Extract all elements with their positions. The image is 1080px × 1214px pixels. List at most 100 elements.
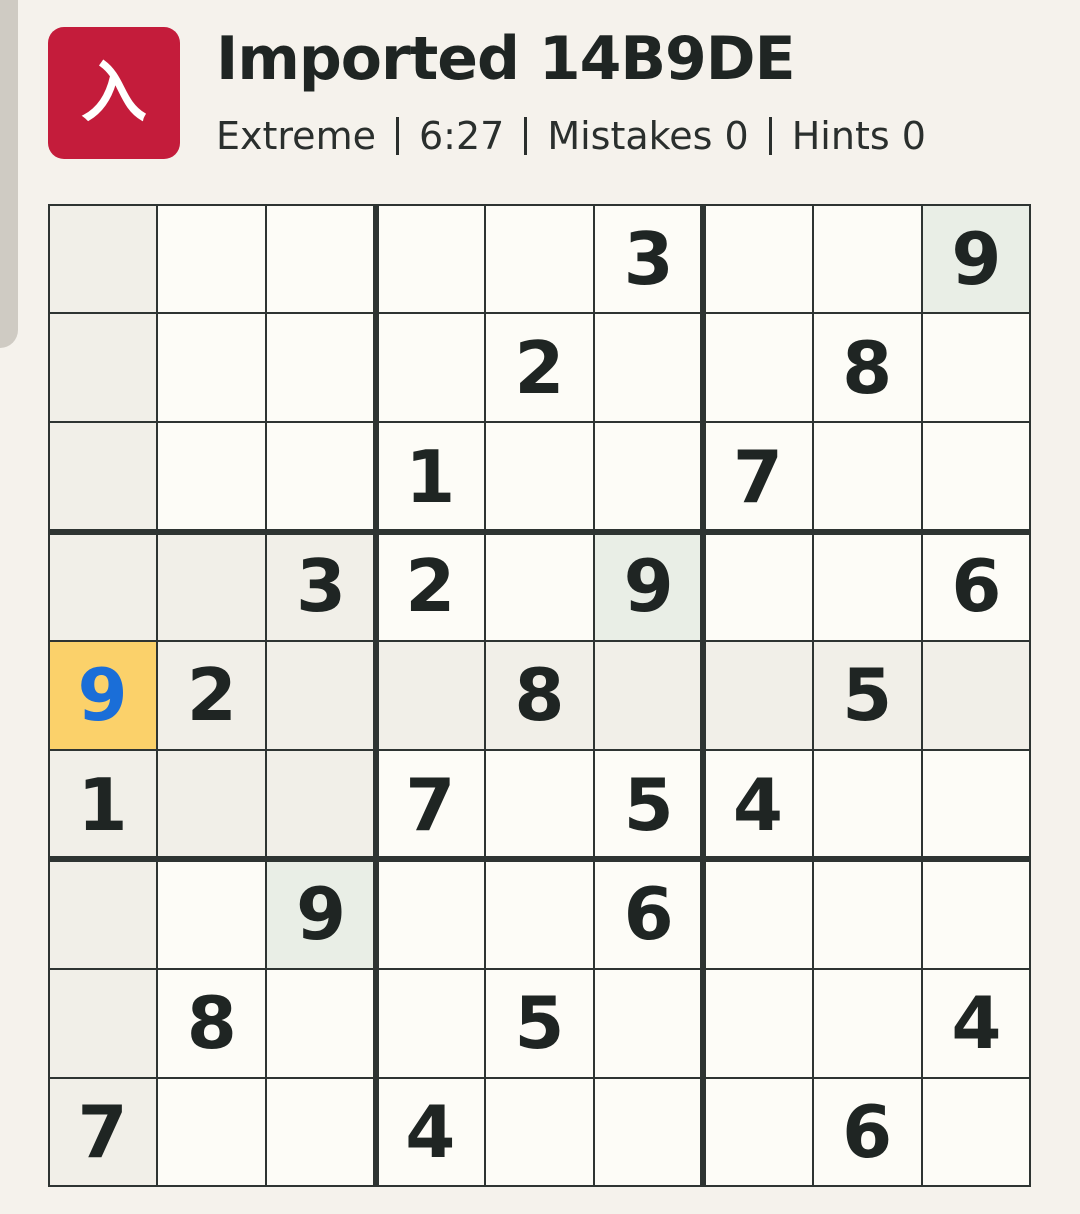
- sudoku-cell-r7c6[interactable]: 6: [594, 859, 703, 968]
- sudoku-cell-r9c2[interactable]: [157, 1078, 266, 1187]
- sudoku-cell-r6c7[interactable]: 4: [703, 750, 812, 859]
- sudoku-cell-r8c3[interactable]: [266, 969, 375, 1078]
- sudoku-cell-r8c4[interactable]: [376, 969, 485, 1078]
- sudoku-cell-r6c2[interactable]: [157, 750, 267, 860]
- sudoku-cell-r2c5[interactable]: 2: [485, 313, 594, 422]
- sudoku-cell-r2c3[interactable]: [266, 313, 375, 422]
- difficulty-label: Extreme: [216, 114, 376, 158]
- grid-line-vertical: [156, 204, 159, 1187]
- grid-line-vertical: [700, 204, 707, 1187]
- sudoku-cell-r2c6[interactable]: [594, 313, 703, 422]
- sudoku-cell-r3c3[interactable]: [266, 422, 375, 531]
- sudoku-cell-r7c9[interactable]: [922, 859, 1031, 968]
- sudoku-cell-r6c4[interactable]: 7: [376, 750, 485, 859]
- mistakes-label: Mistakes 0: [547, 114, 749, 158]
- sudoku-cell-r9c9[interactable]: [922, 1078, 1031, 1187]
- sudoku-cell-r8c6[interactable]: [594, 969, 703, 1078]
- sudoku-cell-r6c6[interactable]: 5: [594, 750, 703, 859]
- sudoku-cell-r4c6[interactable]: 9: [594, 531, 704, 641]
- sudoku-cell-r7c5[interactable]: [485, 859, 594, 968]
- sudoku-cell-r3c4[interactable]: 1: [376, 422, 485, 531]
- grid-line-horizontal: [48, 421, 1031, 424]
- sudoku-cell-r6c5[interactable]: [485, 750, 594, 859]
- sudoku-cell-r4c1[interactable]: [48, 531, 158, 641]
- sudoku-cell-r3c6[interactable]: [594, 422, 703, 531]
- sudoku-cell-r8c9[interactable]: 4: [922, 969, 1031, 1078]
- sudoku-cell-r2c1[interactable]: [48, 313, 158, 423]
- sudoku-cell-r7c3[interactable]: 9: [266, 859, 376, 969]
- sudoku-cell-r7c7[interactable]: [703, 859, 812, 968]
- puzzle-title: Imported 14B9DE: [216, 24, 796, 94]
- sudoku-cell-r2c4[interactable]: [376, 313, 485, 422]
- grid-line-horizontal: [48, 749, 1031, 752]
- sudoku-cell-r5c5[interactable]: 8: [484, 640, 595, 751]
- sudoku-cell-r2c9[interactable]: [922, 313, 1031, 422]
- sudoku-cell-r6c3[interactable]: [266, 750, 376, 860]
- sudoku-cell-r3c2[interactable]: [157, 422, 266, 531]
- sudoku-cell-r9c4[interactable]: 4: [376, 1078, 485, 1187]
- grid-line-vertical: [372, 204, 379, 1187]
- sudoku-cell-r4c2[interactable]: [157, 531, 267, 641]
- app-logo-icon: 入: [48, 27, 180, 159]
- sudoku-cell-r9c3[interactable]: [266, 1078, 375, 1187]
- sudoku-cell-r7c1[interactable]: [48, 859, 158, 969]
- sudoku-cell-r6c1[interactable]: 1: [48, 750, 158, 860]
- sudoku-cell-r1c6[interactable]: 3: [594, 204, 703, 313]
- grid-line-horizontal: [48, 967, 1031, 970]
- sudoku-cell-r7c8[interactable]: [813, 859, 922, 968]
- sudoku-cell-r2c2[interactable]: [157, 313, 266, 422]
- sudoku-cell-r5c7[interactable]: [703, 640, 813, 751]
- grid-line-vertical: [1029, 204, 1031, 1187]
- sudoku-cell-r1c1[interactable]: [48, 204, 158, 314]
- timer-label: 6:27: [418, 114, 505, 158]
- sudoku-cell-r1c4[interactable]: [376, 204, 485, 313]
- sudoku-cell-r4c7[interactable]: [703, 532, 812, 641]
- sudoku-cell-r3c9[interactable]: [922, 422, 1031, 531]
- sudoku-cell-r9c1[interactable]: 7: [48, 1077, 158, 1187]
- sudoku-cell-r8c8[interactable]: [813, 969, 922, 1078]
- sudoku-cell-r9c7[interactable]: [703, 1078, 812, 1187]
- sudoku-cell-r5c3[interactable]: [266, 640, 376, 751]
- sudoku-cell-r1c8[interactable]: [813, 204, 922, 313]
- sudoku-cell-r3c8[interactable]: [813, 422, 922, 531]
- sudoku-cell-r2c7[interactable]: [703, 313, 812, 422]
- sudoku-cell-r1c5[interactable]: [485, 204, 594, 313]
- sudoku-cell-r8c2[interactable]: 8: [157, 969, 266, 1078]
- sudoku-cell-r5c1[interactable]: 9: [48, 640, 158, 751]
- stats-separator: [395, 117, 399, 155]
- sudoku-cell-r7c2[interactable]: [157, 859, 266, 968]
- sudoku-cell-r5c4[interactable]: [375, 640, 485, 751]
- sudoku-cell-r1c9[interactable]: 9: [921, 204, 1031, 314]
- sudoku-cell-r6c8[interactable]: [813, 750, 922, 859]
- side-drawer-handle[interactable]: [0, 0, 18, 348]
- sudoku-cell-r4c4[interactable]: 2: [376, 532, 485, 641]
- sudoku-cell-r3c1[interactable]: [48, 422, 158, 532]
- sudoku-cell-r3c7[interactable]: 7: [703, 422, 812, 531]
- sudoku-cell-r8c1[interactable]: [48, 968, 158, 1078]
- sudoku-cell-r5c9[interactable]: [921, 640, 1031, 751]
- sudoku-cell-r6c9[interactable]: [922, 750, 1031, 859]
- sudoku-cell-r8c5[interactable]: 5: [485, 969, 594, 1078]
- grid-line-vertical: [920, 204, 923, 1187]
- sudoku-cell-r9c6[interactable]: [594, 1078, 703, 1187]
- sudoku-cell-r1c3[interactable]: [266, 204, 375, 313]
- sudoku-cell-r7c4[interactable]: [376, 859, 485, 968]
- sudoku-cell-r5c8[interactable]: 5: [812, 640, 922, 751]
- sudoku-cell-r4c3[interactable]: 3: [266, 531, 376, 641]
- sudoku-cell-r8c7[interactable]: [703, 969, 812, 1078]
- sudoku-cell-r3c5[interactable]: [485, 422, 594, 531]
- sudoku-cell-r5c6[interactable]: [594, 640, 704, 751]
- sudoku-cell-r1c7[interactable]: [703, 204, 812, 313]
- sudoku-cell-r9c8[interactable]: 6: [813, 1078, 922, 1187]
- sudoku-cell-r4c9[interactable]: 6: [922, 532, 1031, 641]
- sudoku-cell-r9c5[interactable]: [485, 1078, 594, 1187]
- grid-line-horizontal: [48, 1185, 1031, 1187]
- sudoku-cell-r1c2[interactable]: [157, 204, 266, 313]
- app-logo-glyph: 入: [81, 54, 147, 131]
- sudoku-cell-r5c2[interactable]: 2: [157, 640, 267, 751]
- grid-line-vertical: [593, 204, 596, 1187]
- sudoku-cell-r2c8[interactable]: 8: [813, 313, 922, 422]
- stats-separator: [768, 117, 772, 155]
- sudoku-cell-r4c8[interactable]: [813, 532, 922, 641]
- sudoku-cell-r4c5[interactable]: [485, 532, 594, 641]
